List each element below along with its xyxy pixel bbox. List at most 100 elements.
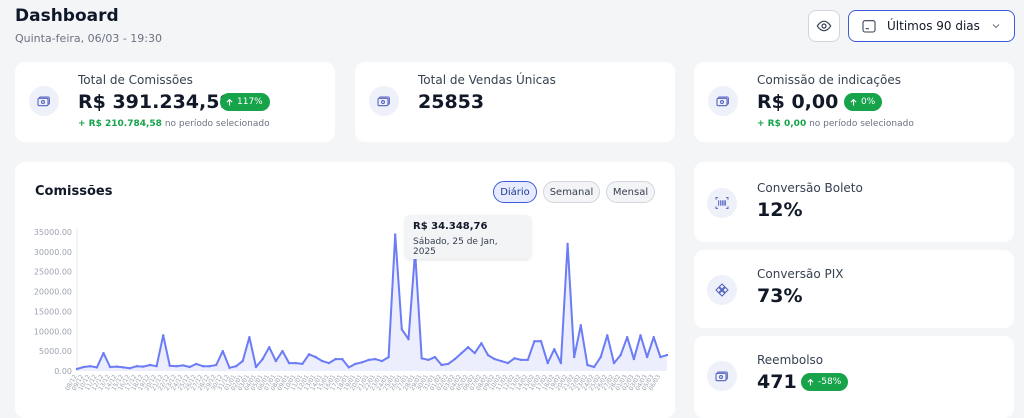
data-point[interactable] xyxy=(599,355,602,359)
card-label: Comissão de indicações xyxy=(757,73,901,87)
data-point[interactable] xyxy=(128,367,132,370)
data-point[interactable] xyxy=(639,334,642,337)
data-point[interactable] xyxy=(360,361,364,364)
data-point[interactable] xyxy=(75,367,79,371)
data-point[interactable] xyxy=(241,359,244,363)
data-point[interactable] xyxy=(155,365,158,368)
data-point[interactable] xyxy=(314,355,317,359)
data-point[interactable] xyxy=(268,346,271,349)
data-point[interactable] xyxy=(181,364,185,367)
data-point[interactable] xyxy=(228,366,231,369)
data-point[interactable] xyxy=(533,340,536,343)
data-point[interactable] xyxy=(433,355,437,359)
card-label: Total de Vendas Únicas xyxy=(418,73,556,87)
data-point[interactable] xyxy=(486,353,490,357)
data-point[interactable] xyxy=(380,359,384,363)
card-comissao-indicacoes: Comissão de indicações R$ 0,00 0% + R$ 0… xyxy=(694,62,1014,142)
data-point[interactable] xyxy=(526,358,529,362)
data-point[interactable] xyxy=(334,357,337,361)
data-point[interactable] xyxy=(201,365,205,368)
data-point[interactable] xyxy=(341,357,344,361)
data-point[interactable] xyxy=(579,324,582,327)
y-tick-label: 35000.00 xyxy=(34,228,72,237)
card-note: + R$ 0,00 no período selecionado xyxy=(757,119,914,129)
data-point[interactable] xyxy=(559,361,563,365)
data-point[interactable] xyxy=(665,353,669,357)
data-point[interactable] xyxy=(586,363,589,367)
growth-badge: 117% xyxy=(220,93,270,111)
comissoes-area-chart[interactable]: 0.00 5000.00 10000.00 15000.00 20000.00 25000… xyxy=(15,162,675,418)
data-point[interactable] xyxy=(108,365,112,369)
data-point[interactable] xyxy=(619,353,622,357)
data-point[interactable] xyxy=(447,362,450,366)
data-point[interactable] xyxy=(513,357,516,360)
data-point[interactable] xyxy=(480,342,483,345)
data-point[interactable] xyxy=(387,355,390,359)
data-point[interactable] xyxy=(546,361,549,365)
data-point[interactable] xyxy=(354,362,357,366)
data-point[interactable] xyxy=(632,357,636,361)
data-point[interactable] xyxy=(645,355,649,359)
data-point[interactable] xyxy=(89,365,92,368)
data-point[interactable] xyxy=(168,364,171,367)
date-range-select[interactable]: Últimos 90 dias xyxy=(848,10,1015,42)
data-point[interactable] xyxy=(374,357,377,361)
data-point[interactable] xyxy=(553,348,556,351)
data-point[interactable] xyxy=(367,358,370,362)
data-point[interactable] xyxy=(347,366,350,369)
data-point[interactable] xyxy=(493,357,496,361)
data-point[interactable] xyxy=(573,355,576,359)
data-point[interactable] xyxy=(188,365,191,369)
data-point[interactable] xyxy=(102,351,105,355)
data-point[interactable] xyxy=(506,361,510,365)
data-point[interactable] xyxy=(82,365,85,369)
data-point[interactable] xyxy=(466,346,470,349)
data-point[interactable] xyxy=(148,363,152,367)
toggle-visibility-button[interactable] xyxy=(808,10,840,42)
data-point[interactable] xyxy=(215,363,218,367)
data-point[interactable] xyxy=(281,349,284,353)
data-point[interactable] xyxy=(208,365,211,368)
data-point[interactable] xyxy=(420,357,423,360)
data-point[interactable] xyxy=(592,365,596,369)
data-point[interactable] xyxy=(473,351,476,355)
data-point[interactable] xyxy=(142,365,145,368)
data-point[interactable] xyxy=(115,365,119,368)
data-point[interactable] xyxy=(427,358,430,362)
data-point[interactable] xyxy=(307,353,311,356)
data-point[interactable] xyxy=(294,361,297,365)
data-point[interactable] xyxy=(407,338,410,341)
data-point[interactable] xyxy=(394,233,397,236)
data-point[interactable] xyxy=(248,336,251,339)
data-point[interactable] xyxy=(460,351,463,355)
data-point[interactable] xyxy=(612,361,616,365)
data-point[interactable] xyxy=(274,359,278,363)
data-point[interactable] xyxy=(626,336,629,339)
data-point[interactable] xyxy=(221,349,224,353)
data-point[interactable] xyxy=(254,365,258,369)
data-point[interactable] xyxy=(122,366,125,369)
pix-icon xyxy=(707,275,737,305)
data-point[interactable] xyxy=(400,328,403,331)
data-point[interactable] xyxy=(195,362,198,366)
data-point[interactable] xyxy=(287,361,291,365)
data-point[interactable] xyxy=(234,365,238,368)
data-point[interactable] xyxy=(95,366,99,369)
data-point[interactable] xyxy=(135,365,138,368)
data-point[interactable] xyxy=(566,242,569,246)
data-point[interactable] xyxy=(261,357,264,361)
data-point[interactable] xyxy=(440,363,443,367)
data-point[interactable] xyxy=(327,361,331,365)
data-point[interactable] xyxy=(606,334,609,337)
data-point[interactable] xyxy=(175,365,178,368)
data-point[interactable] xyxy=(652,336,655,339)
data-point[interactable] xyxy=(453,357,457,361)
data-point[interactable] xyxy=(520,358,523,362)
data-point[interactable] xyxy=(659,355,662,359)
date-range-label: Últimos 90 dias xyxy=(887,19,980,33)
data-point[interactable] xyxy=(301,362,304,366)
data-point[interactable] xyxy=(500,359,503,363)
data-point[interactable] xyxy=(539,340,543,343)
data-point[interactable] xyxy=(162,334,165,337)
data-point[interactable] xyxy=(321,359,324,363)
